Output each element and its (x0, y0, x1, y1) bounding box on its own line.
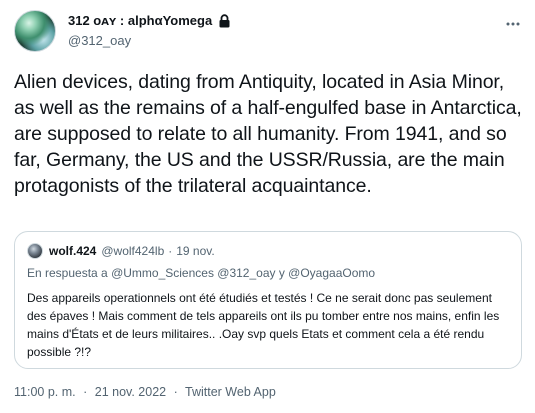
footer-separator-2: · (173, 385, 178, 399)
quoted-separator: · (168, 244, 173, 258)
quoted-author-name: wolf.424 (49, 244, 97, 258)
author-avatar[interactable] (14, 10, 56, 52)
lock-icon (218, 13, 231, 28)
author-handle[interactable]: @312_oay (68, 33, 131, 48)
reply-mentions: @Ummo_Sciences @312_oay y @OyagaaOomo (111, 266, 376, 280)
tweet-footer: 11:00 p. m. · 21 nov. 2022 · Twitter Web… (14, 385, 276, 399)
quoted-tweet[interactable]: wolf.424 @wolf424lb · 19 nov. En respues… (14, 231, 522, 369)
quoted-author-handle: @wolf424lb (101, 244, 165, 258)
more-options-button[interactable] (503, 12, 523, 32)
tweet-date[interactable]: 21 nov. 2022 (95, 385, 166, 399)
quoted-text: Des appareils operationnels ont été étud… (27, 291, 500, 359)
author-display-name[interactable]: 312 ᴏᴀʏ : alphαYomega (68, 13, 212, 28)
author-name-row[interactable]: 312 ᴏᴀʏ : alphαYomega (68, 13, 231, 28)
footer-separator: · (83, 385, 88, 399)
tweet-source: Twitter Web App (185, 385, 276, 399)
quoted-header: wolf.424 @wolf424lb · 19 nov. (27, 243, 215, 259)
more-horizontal-icon (506, 13, 520, 31)
reply-prefix: En respuesta a (27, 266, 108, 280)
tweet-time[interactable]: 11:00 p. m. (14, 385, 76, 399)
quoted-author-avatar (27, 243, 43, 259)
tweet: 312 ᴏᴀʏ : alphαYomega @312_oay Alien dev… (0, 0, 535, 413)
quoted-reply-context: En respuesta a @Ummo_Sciences @312_oay y… (27, 266, 375, 280)
quoted-date: 19 nov. (176, 244, 215, 258)
tweet-text: Alien devices, dating from Antiquity, lo… (14, 71, 522, 197)
